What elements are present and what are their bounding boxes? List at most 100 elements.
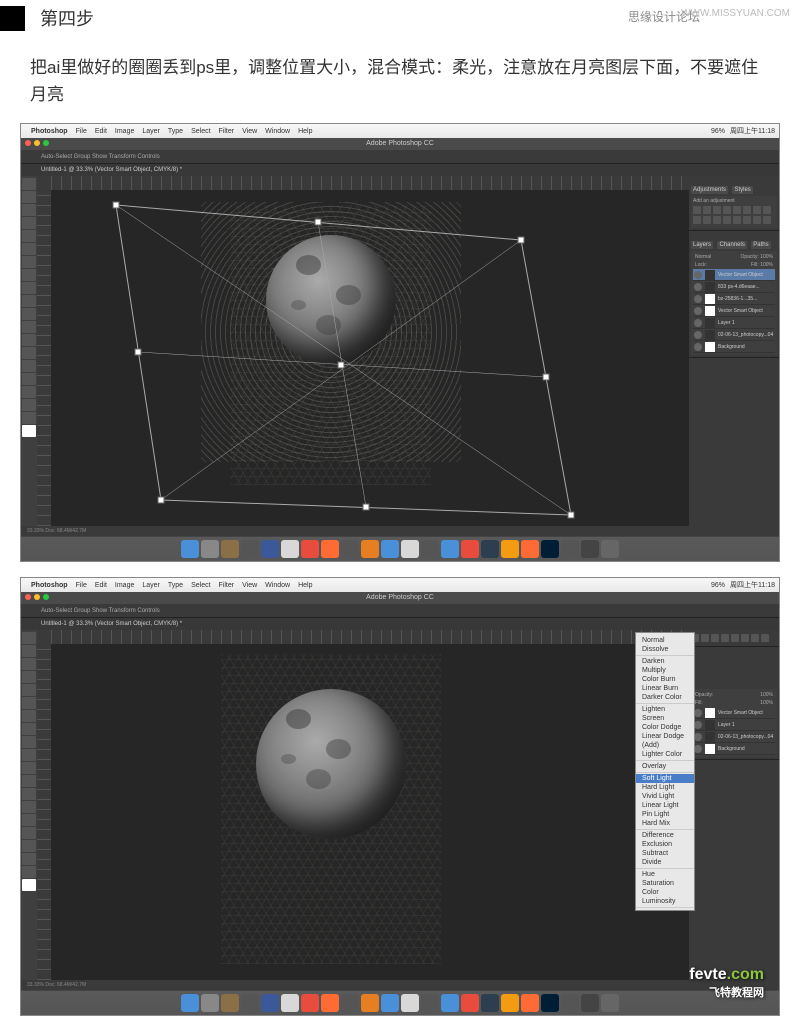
wand-tool-icon[interactable]: [22, 217, 36, 229]
blend-mode-dropdown[interactable]: NormalDissolveDarkenMultiplyColor BurnLi…: [635, 632, 695, 911]
menu-select[interactable]: Select: [191, 582, 210, 589]
menu-window[interactable]: Window: [265, 582, 290, 589]
blend-mode-option[interactable]: Color Burn: [636, 675, 694, 684]
adj-posterize-icon[interactable]: [733, 216, 741, 224]
blend-mode-option[interactable]: Linear Light: [636, 801, 694, 810]
canvas-area[interactable]: [37, 176, 689, 526]
opacity-value[interactable]: 100%: [760, 692, 773, 698]
stamp-tool-icon[interactable]: [22, 269, 36, 281]
dock-app-icon[interactable]: [561, 540, 579, 558]
layer-row[interactable]: Vector Smart Object: [693, 269, 775, 281]
menu-help[interactable]: Help: [298, 128, 312, 135]
adj-brightness-icon[interactable]: [693, 206, 701, 214]
adj-icon[interactable]: [731, 634, 739, 642]
dock-app-icon[interactable]: [481, 994, 499, 1012]
adj-icon[interactable]: [721, 634, 729, 642]
blend-mode-option[interactable]: Linear Burn: [636, 684, 694, 693]
layer-row[interactable]: Vector Smart Object: [693, 707, 775, 719]
adj-hue-icon[interactable]: [743, 206, 751, 214]
layer-row[interactable]: 02-06-13_photocopy...04: [693, 731, 775, 743]
menu-select[interactable]: Select: [191, 128, 210, 135]
path-tool-icon[interactable]: [22, 827, 36, 839]
dock-app-icon[interactable]: [361, 540, 379, 558]
blend-mode-option[interactable]: Vivid Light: [636, 792, 694, 801]
dock-app-icon[interactable]: [501, 540, 519, 558]
blend-mode-option[interactable]: Difference: [636, 831, 694, 840]
menu-type[interactable]: Type: [168, 128, 183, 135]
visibility-toggle-icon[interactable]: [694, 331, 702, 339]
adj-photo-filter-icon[interactable]: [693, 216, 701, 224]
app-menu[interactable]: Photoshop: [31, 582, 68, 589]
layer-row[interactable]: 833 ps-4.d6eaae...: [693, 281, 775, 293]
dock-app-icon[interactable]: [201, 994, 219, 1012]
layer-row[interactable]: Background: [693, 743, 775, 755]
menu-type[interactable]: Type: [168, 582, 183, 589]
menu-image[interactable]: Image: [115, 128, 134, 135]
history-brush-icon[interactable]: [22, 736, 36, 748]
dock-app-icon[interactable]: [381, 540, 399, 558]
adj-icon[interactable]: [761, 634, 769, 642]
dock-app-icon[interactable]: [561, 994, 579, 1012]
blend-mode-option[interactable]: Color Dodge: [636, 723, 694, 732]
visibility-toggle-icon[interactable]: [694, 745, 702, 753]
move-tool-icon[interactable]: [22, 632, 36, 644]
dock-app-icon[interactable]: [241, 994, 259, 1012]
channels-tab[interactable]: Channels: [717, 241, 746, 249]
type-tool-icon[interactable]: [22, 814, 36, 826]
dock-app-icon[interactable]: [181, 994, 199, 1012]
menu-file[interactable]: File: [76, 128, 87, 135]
dock-app-icon[interactable]: [521, 994, 539, 1012]
blend-mode-option[interactable]: Color: [636, 888, 694, 897]
blend-mode-option[interactable]: Lighten: [636, 705, 694, 714]
dock-app-icon[interactable]: [581, 540, 599, 558]
layer-row[interactable]: Layer 1: [693, 317, 775, 329]
dock-app-icon[interactable]: [481, 540, 499, 558]
adj-gradient-icon[interactable]: [753, 216, 761, 224]
dodge-tool-icon[interactable]: [22, 788, 36, 800]
blend-mode-option[interactable]: Darker Color: [636, 693, 694, 702]
dock-app-icon[interactable]: [441, 540, 459, 558]
visibility-toggle-icon[interactable]: [694, 733, 702, 741]
blend-mode-option[interactable]: Divide: [636, 858, 694, 867]
visibility-toggle-icon[interactable]: [694, 271, 702, 279]
blend-mode-option[interactable]: Luminosity: [636, 897, 694, 906]
menu-layer[interactable]: Layer: [142, 128, 160, 135]
blend-mode-option[interactable]: Saturation: [636, 879, 694, 888]
layers-tab[interactable]: Layers: [691, 241, 713, 249]
fill-value[interactable]: 100%: [760, 700, 773, 706]
blur-tool-icon[interactable]: [22, 775, 36, 787]
path-tool-icon[interactable]: [22, 373, 36, 385]
app-menu[interactable]: Photoshop: [31, 128, 68, 135]
type-tool-icon[interactable]: [22, 360, 36, 372]
marquee-tool-icon[interactable]: [22, 191, 36, 203]
dock-app-icon[interactable]: [261, 540, 279, 558]
blend-mode-option[interactable]: Screen: [636, 714, 694, 723]
eraser-tool-icon[interactable]: [22, 749, 36, 761]
adj-mixer-icon[interactable]: [703, 216, 711, 224]
dock-app-icon[interactable]: [421, 994, 439, 1012]
fill-value[interactable]: 100%: [760, 262, 773, 268]
dock-app-icon[interactable]: [601, 994, 619, 1012]
zoom-tool-icon[interactable]: [22, 412, 36, 424]
dock-app-icon[interactable]: [261, 994, 279, 1012]
dock-app-icon[interactable]: [521, 540, 539, 558]
blend-mode-option[interactable]: Hard Light: [636, 783, 694, 792]
gradient-tool-icon[interactable]: [22, 308, 36, 320]
document-tab[interactable]: Untitled-1 @ 33.3% (Vector Smart Object,…: [21, 164, 779, 176]
adj-curves-icon[interactable]: [713, 206, 721, 214]
adj-icon[interactable]: [751, 634, 759, 642]
adj-invert-icon[interactable]: [723, 216, 731, 224]
eyedropper-tool-icon[interactable]: [22, 697, 36, 709]
dock-app-icon[interactable]: [341, 540, 359, 558]
dock-app-icon[interactable]: [301, 994, 319, 1012]
lasso-tool-icon[interactable]: [22, 204, 36, 216]
visibility-toggle-icon[interactable]: [694, 343, 702, 351]
lasso-tool-icon[interactable]: [22, 658, 36, 670]
canvas-area[interactable]: [37, 630, 689, 980]
menu-window[interactable]: Window: [265, 128, 290, 135]
dock-app-icon[interactable]: [541, 994, 559, 1012]
foreground-color[interactable]: [22, 425, 36, 437]
pen-tool-icon[interactable]: [22, 801, 36, 813]
adj-threshold-icon[interactable]: [743, 216, 751, 224]
hand-tool-icon[interactable]: [22, 853, 36, 865]
